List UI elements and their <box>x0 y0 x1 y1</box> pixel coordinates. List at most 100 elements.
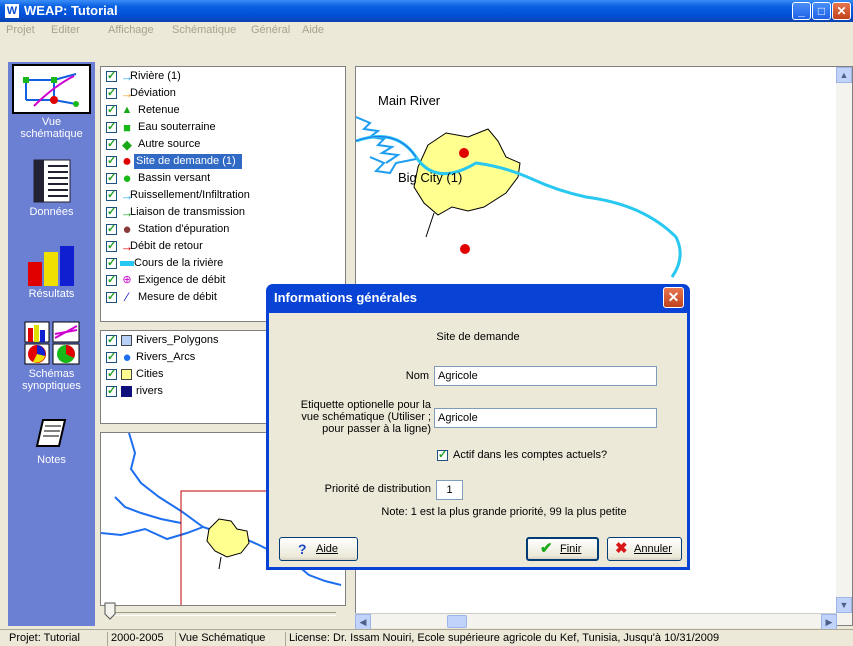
zoom-slider-track[interactable] <box>108 612 336 616</box>
zoom-slider-thumb[interactable] <box>104 602 116 620</box>
legend-label: Station d'épuration <box>138 223 230 235</box>
dialog-body: Site de demande Nom Agricole Etiquette o… <box>269 313 687 567</box>
checkbox[interactable] <box>106 205 117 220</box>
view-bar: Vue schématique Données Résultats Schéma… <box>8 62 95 626</box>
legend-item-transmission[interactable]: →Liaison de transmission <box>106 205 344 221</box>
legend-label: Exigence de débit <box>138 274 226 286</box>
status-years: 2000-2005 <box>107 632 164 646</box>
priority-input[interactable]: 1 <box>436 480 463 500</box>
legend-item-diversion[interactable]: →Déviation <box>106 86 344 102</box>
menu-aide[interactable]: Aide <box>302 24 324 36</box>
menu-affichage[interactable]: Affichage <box>108 24 154 36</box>
checkbox[interactable] <box>106 367 117 382</box>
map-horizontal-scrollbar[interactable]: ◀ ▶ <box>355 613 837 630</box>
legend-item-reach[interactable]: Cours de la rivière <box>106 256 344 272</box>
checkbox[interactable] <box>106 86 117 101</box>
legend-label: Liaison de transmission <box>130 206 245 218</box>
legend-label: Retenue <box>138 104 180 116</box>
cancel-x-icon: ✖ <box>615 540 628 557</box>
priority-label: Priorité de distribution <box>324 483 431 495</box>
schematic-icon <box>23 73 79 107</box>
help-button[interactable]: ? Aide <box>279 537 358 561</box>
sidebar-label: Vue <box>41 116 62 128</box>
checkbox[interactable] <box>106 69 117 84</box>
legend-label: Bassin versant <box>138 172 211 184</box>
sidebar-item-results[interactable]: Résultats <box>8 244 95 300</box>
minimize-button[interactable]: _ <box>792 2 811 20</box>
check-icon: ✓ <box>438 449 448 461</box>
cancel-button[interactable]: ✖ Annuler <box>607 537 682 561</box>
checkbox[interactable] <box>106 333 117 348</box>
legend-label: Rivière (1) <box>130 70 181 82</box>
checkbox[interactable] <box>106 103 117 118</box>
status-project: Projet: Tutorial <box>9 632 80 644</box>
scroll-down-arrow-icon[interactable]: ▼ <box>836 597 852 613</box>
optional-label-input[interactable]: Agricole <box>434 408 657 428</box>
maximize-button[interactable]: □ <box>812 2 831 20</box>
other-supply-diamond-icon: ◆ <box>122 137 132 152</box>
map-city-label: Big City (1) <box>398 170 463 185</box>
sidebar-item-overviews[interactable]: Schémas synoptiques <box>8 320 95 392</box>
demand-site-dot-icon: ● <box>122 153 132 170</box>
sidebar-schematic-label[interactable]: Vue schématique <box>8 116 95 140</box>
sidebar-item-data[interactable]: Données <box>8 158 95 218</box>
general-info-dialog: Informations générales ✕ Site de demande… <box>266 284 690 570</box>
scroll-up-arrow-icon[interactable]: ▲ <box>836 67 852 83</box>
checkbox[interactable] <box>106 154 117 169</box>
legend-item-river[interactable]: →Rivière (1) <box>106 69 344 85</box>
arc-dot-icon: ● <box>122 349 132 366</box>
notes-icon <box>35 419 66 447</box>
cancel-button-label: Annuler <box>634 543 672 555</box>
finish-button[interactable]: ✔ Finir <box>526 537 599 561</box>
legend-item-return-flow[interactable]: →Débit de retour <box>106 239 344 255</box>
checkbox[interactable] <box>106 222 117 237</box>
legend-item-catchment[interactable]: ● Bassin versant <box>106 171 344 187</box>
legend-item-demand-site[interactable]: ●Site de demande (1) <box>106 154 344 170</box>
status-license: License: Dr. Issam Nouiri, Ecole supérie… <box>285 632 719 646</box>
active-label: Actif dans les comptes actuels? <box>453 449 608 461</box>
legend-item-groundwater[interactable]: ■ Eau souterraine <box>106 120 344 136</box>
menu-general[interactable]: Général <box>251 24 290 36</box>
checkbox[interactable] <box>106 239 117 254</box>
legend-label: Ruissellement/Infiltration <box>130 189 250 201</box>
checkbox[interactable] <box>106 188 117 203</box>
active-checkbox[interactable]: ✓ <box>437 449 448 461</box>
checkbox[interactable] <box>106 120 117 135</box>
menu-editer[interactable]: Editer <box>51 24 80 36</box>
checkbox[interactable] <box>106 256 117 271</box>
menu-projet[interactable]: Projet <box>6 24 35 36</box>
checkbox[interactable] <box>106 171 117 186</box>
menu-schematique[interactable]: Schématique <box>172 24 236 36</box>
checkbox[interactable] <box>106 290 117 305</box>
scroll-left-arrow-icon[interactable]: ◀ <box>355 614 371 630</box>
sidebar-item-notes[interactable]: Notes <box>8 416 95 466</box>
checkbox[interactable] <box>106 384 117 399</box>
legend-item-runoff[interactable]: →Ruissellement/Infiltration <box>106 188 344 204</box>
legend-item-treatment[interactable]: ● Station d'épuration <box>106 222 344 238</box>
checkbox[interactable] <box>106 350 117 365</box>
priority-note: Note: 1 est la plus grande priorité, 99 … <box>381 506 627 518</box>
schematic-view-button[interactable] <box>12 64 91 114</box>
sidebar-label: schématique <box>20 128 83 140</box>
map-river-label: Main River <box>378 93 441 108</box>
legend-item-other-supply[interactable]: ◆ Autre source <box>106 137 344 153</box>
map-vertical-scrollbar[interactable]: ▲ ▼ <box>836 67 852 625</box>
name-input[interactable]: Agricole <box>434 366 657 386</box>
legend-label: Cours de la rivière <box>134 257 224 269</box>
optional-label: Etiquette optionelle pour la vue schémat… <box>273 399 431 435</box>
scroll-right-arrow-icon[interactable]: ▶ <box>821 614 837 630</box>
dialog-close-icon[interactable]: ✕ <box>663 287 684 308</box>
close-button[interactable]: ✕ <box>832 2 851 20</box>
legend-item-reservoir[interactable]: ▲ Retenue <box>106 103 344 119</box>
sidebar-label: Données <box>29 206 74 218</box>
reservoir-triangle-icon: ▲ <box>121 104 133 116</box>
weap-window: W WEAP: Tutorial _ □ ✕ Projet Editer Aff… <box>0 0 853 646</box>
checkbox[interactable] <box>106 137 117 152</box>
groundwater-square-icon: ■ <box>123 120 131 135</box>
legend-label: Eau souterraine <box>138 121 216 133</box>
finish-button-label: Finir <box>560 543 582 555</box>
status-view: Vue Schématique <box>175 632 265 646</box>
checkbox[interactable] <box>106 273 117 288</box>
layer-label: Rivers_Polygons <box>136 334 219 346</box>
horizontal-scroll-thumb[interactable] <box>447 615 467 628</box>
